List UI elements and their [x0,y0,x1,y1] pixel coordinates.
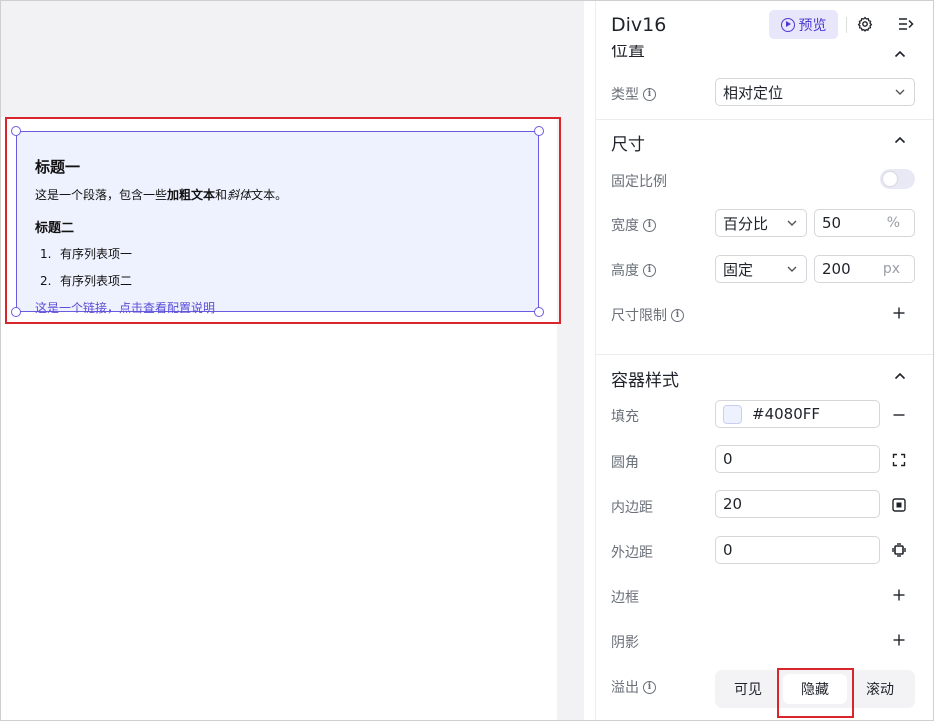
resize-handle-top-right[interactable] [534,126,544,136]
type-label-text: 类型 [611,87,639,103]
gear-icon[interactable] [857,16,873,32]
resize-handle-bottom-right[interactable] [534,307,544,317]
size-limit-label: 尺寸限制 i [611,305,684,325]
panel-title: Div16 [611,14,667,36]
plus-icon[interactable] [892,306,906,320]
size-limit-label-text: 尺寸限制 [611,308,667,324]
border-label: 边框 [611,590,639,606]
radius-input[interactable]: 0 [715,445,880,473]
chevron-up-icon[interactable] [894,370,906,382]
header-divider [846,17,847,33]
margin-value: 0 [723,541,733,559]
height-unit: px [882,261,900,277]
chevron-up-icon[interactable] [894,48,906,60]
panel-header: Div16 预览 [596,1,933,45]
fill-label: 填充 [611,409,639,425]
preview-button-label: 预览 [798,17,827,34]
plus-icon[interactable] [892,633,906,647]
padding-value: 20 [723,495,743,513]
design-canvas[interactable]: 标题一 这是一个段落，包含一些加粗文本和斜体文本。 标题二 1. 有序列表项一 2… [1,1,584,720]
height-value: 200 [822,260,851,278]
info-icon[interactable]: i [671,308,684,322]
width-input[interactable]: 50 % [814,209,915,237]
list-item-number: 1. [40,247,52,261]
color-swatch[interactable] [723,404,742,424]
list-item: 2. 有序列表项二 [40,272,132,289]
minus-icon[interactable] [892,408,906,422]
paragraph-italic-text: 斜体 [227,188,252,202]
highlight-box-overflow-hidden [777,668,854,718]
fixed-ratio-toggle[interactable] [880,169,915,189]
plus-icon[interactable] [892,588,906,602]
padding-label: 内边距 [611,500,653,516]
overflow-option-scroll[interactable]: 滚动 [847,670,913,708]
corner-radius-icon[interactable] [892,453,906,467]
chevron-down-icon [787,220,797,226]
play-circle-icon [780,17,795,32]
width-mode-select[interactable]: 百分比 [715,209,807,237]
info-icon[interactable]: i [643,87,656,101]
fixed-ratio-label: 固定比例 [611,174,667,190]
margin-icon[interactable] [892,543,906,557]
overflow-option-visible[interactable]: 可见 [715,670,781,708]
properties-panel: Div16 预览 位置 类型 i 相对定位 尺寸 固定比例 宽度 i 百分比 5… [595,1,933,720]
component-heading-2: 标题二 [35,221,75,236]
margin-label: 外边距 [611,545,653,561]
collapse-panel-icon[interactable] [897,16,915,32]
list-item-number: 2. [40,274,52,288]
chevron-up-icon[interactable] [894,134,906,146]
radius-label: 圆角 [611,455,639,471]
section-title-size: 尺寸 [611,135,645,155]
height-label-text: 高度 [611,263,639,279]
overflow-label: 溢出 i [611,677,656,697]
position-type-select[interactable]: 相对定位 [715,78,915,106]
height-mode-value: 固定 [723,260,754,279]
radius-value: 0 [723,450,733,468]
section-title-position: 位置 [611,45,645,59]
selected-div-component[interactable]: 标题一 这是一个段落，包含一些加粗文本和斜体文本。 标题二 1. 有序列表项一 2… [11,126,544,317]
fill-color-value: #4080FF [752,405,820,423]
width-label-text: 宽度 [611,218,639,234]
component-heading-1: 标题一 [35,158,81,176]
width-label: 宽度 i [611,215,656,235]
width-mode-value: 百分比 [723,214,769,233]
info-icon[interactable]: i [643,218,656,232]
paragraph-text-start: 这是一个段落，包含一些 [35,188,168,202]
fill-color-input[interactable]: #4080FF [715,400,880,428]
shadow-label: 阴影 [611,635,639,651]
margin-input[interactable]: 0 [715,536,880,564]
preview-button[interactable]: 预览 [769,10,838,39]
info-icon[interactable]: i [643,263,656,277]
padding-input[interactable]: 20 [715,490,880,518]
paragraph-bold-text: 加粗文本 [167,188,216,202]
paragraph-text-mid: 和 [215,188,228,202]
canvas-background-top [1,1,584,117]
position-type-value: 相对定位 [723,83,784,102]
component-paragraph: 这是一个段落，包含一些加粗文本和斜体文本。 [35,186,287,203]
canvas-background-strip [557,1,584,720]
resize-handle-bottom-left[interactable] [11,307,21,317]
width-unit: % [886,215,900,231]
list-item-text: 有序列表项二 [60,274,133,288]
section-divider [596,354,933,355]
resize-handle-top-left[interactable] [11,126,21,136]
overflow-label-text: 溢出 [611,680,639,696]
height-mode-select[interactable]: 固定 [715,255,807,283]
section-title-container-style: 容器样式 [611,371,679,391]
padding-icon[interactable] [892,498,906,512]
height-input[interactable]: 200 px [814,255,915,283]
type-label: 类型 i [611,84,656,104]
paragraph-text-end: 文本。 [251,188,288,202]
component-link[interactable]: 这是一个链接，点击查看配置说明 [35,299,215,316]
chevron-down-icon [895,89,905,95]
list-item-text: 有序列表项一 [60,247,133,261]
width-value: 50 [822,214,842,232]
section-divider [596,119,933,120]
chevron-down-icon [787,266,797,272]
list-item: 1. 有序列表项一 [40,245,132,262]
info-icon[interactable]: i [643,680,656,694]
height-label: 高度 i [611,260,656,280]
